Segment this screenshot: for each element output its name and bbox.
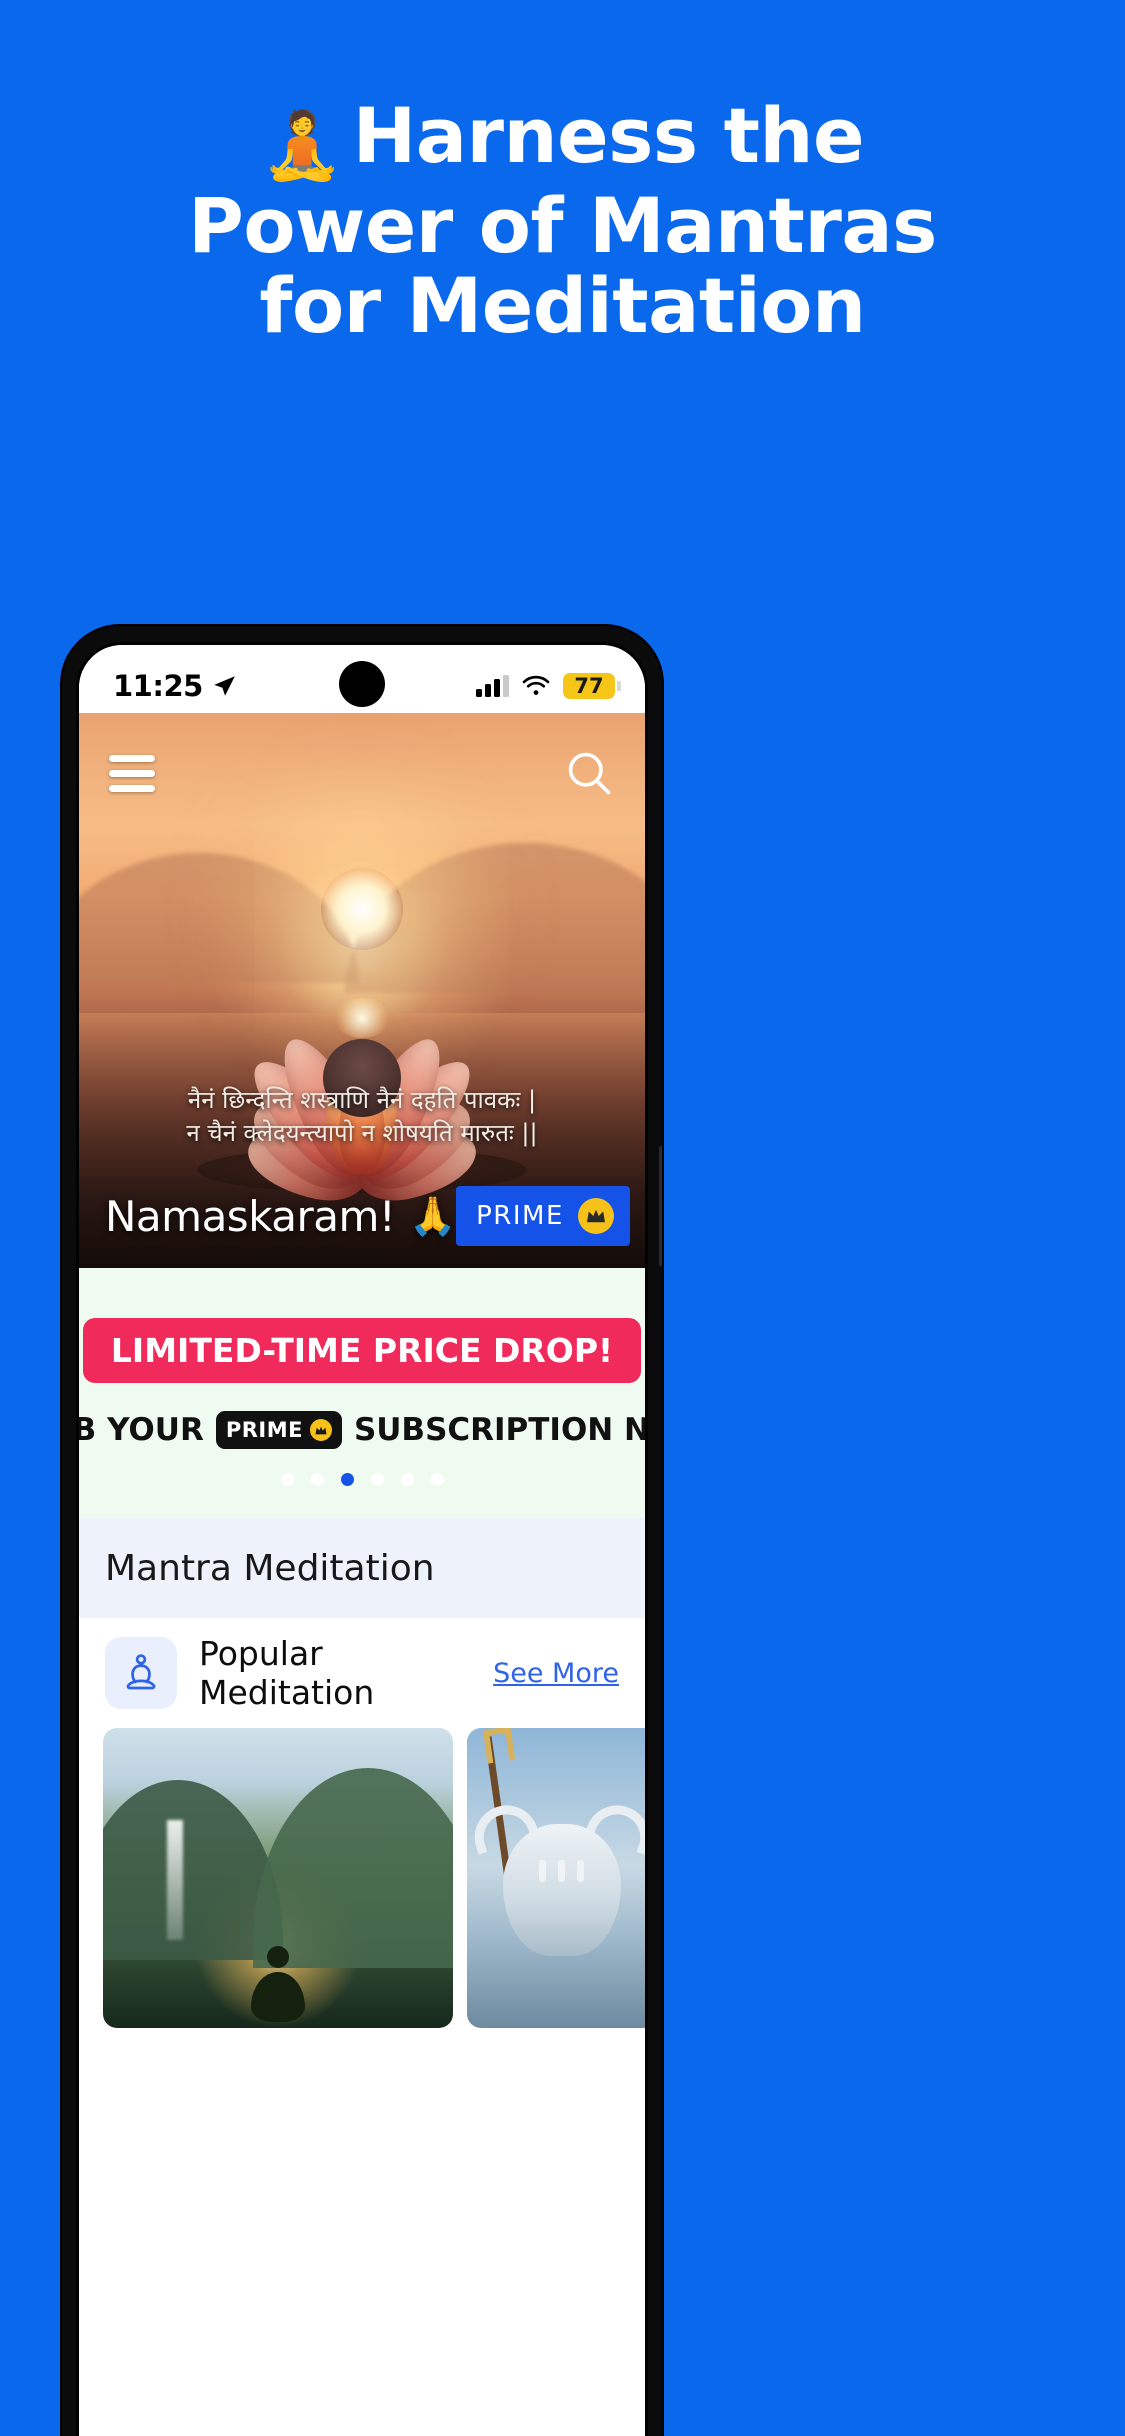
headline-line-2: Power of Mantras <box>188 181 937 270</box>
promo-carousel[interactable]: LIMITED-TIME PRICE DROP! GRAB YOUR PRIME… <box>79 1268 645 1518</box>
lotus-flower <box>152 951 572 1209</box>
search-icon[interactable] <box>563 747 615 799</box>
prime-button[interactable]: PRIME <box>456 1186 630 1246</box>
status-bar: 11:25 77 <box>79 645 645 713</box>
sun-glow <box>321 868 403 950</box>
greeting-row: Namaskaram! 🙏 PRIME <box>79 1186 645 1246</box>
mountain-sunrise-card[interactable] <box>103 1728 453 2028</box>
carousel-dot[interactable] <box>400 1473 414 1486</box>
carousel-dot[interactable] <box>310 1473 324 1486</box>
sanskrit-shloka: नैनं छिन्दन्ति शस्त्राणि नैनं दहति पावकः… <box>79 1084 645 1150</box>
greeting-text: Namaskaram! <box>105 1191 396 1241</box>
shloka-line-2: न चैनं क्लेदयन्त्यापो न शोषयति मारुतः || <box>186 1119 538 1147</box>
battery-level-text: 77 <box>574 674 604 698</box>
meditation-emoji-icon: 🧘 <box>260 107 343 184</box>
poster-headline: 🧘 Harness the Power of Mantras for Medita… <box>0 96 1125 346</box>
phone-side-button <box>659 1146 662 1266</box>
namaste-hands-emoji-icon: 🙏 <box>409 1193 457 1238</box>
tilak-marks <box>539 1860 585 1882</box>
section-title-mantra-meditation: Mantra Meditation <box>79 1518 645 1618</box>
hero-topbar <box>79 713 645 833</box>
headline-line-3: for Meditation <box>259 261 866 350</box>
meditating-silhouette <box>251 1946 305 2022</box>
see-more-link[interactable]: See More <box>493 1658 619 1689</box>
cellular-signal-icon <box>476 675 509 697</box>
meditation-person-icon <box>105 1637 177 1709</box>
carousel-dot[interactable] <box>280 1473 294 1486</box>
phone-bezel: 11:25 77 नैनं छिन्दन्ति शस्त्राणि नैनं द… <box>76 642 648 2436</box>
promo-subtitle-before: GRAB YOUR <box>79 1412 204 1448</box>
status-bar-right: 77 <box>476 673 621 699</box>
popular-meditation-row: Popular Meditation See More <box>79 1618 645 1728</box>
hero-banner: नैनं छिन्दन्ति शस्त्राणि नैनं दहति पावकः… <box>79 713 645 1268</box>
meditation-card-list[interactable] <box>79 1728 645 2028</box>
battery-indicator: 77 <box>563 673 621 699</box>
promo-subtitle-after: SUBSCRIPTION NOW! <box>353 1412 645 1448</box>
prime-button-label: PRIME <box>476 1201 564 1231</box>
camera-punch-hole <box>339 661 385 707</box>
carousel-dots[interactable] <box>79 1473 645 1486</box>
shloka-line-1: नैनं छिन्दन्ति शस्त्राणि नैनं दहति पावकः… <box>187 1086 537 1114</box>
phone-mockup: 11:25 77 नैनं छिन्दन्ति शस्त्राणि नैनं द… <box>62 626 662 2436</box>
promo-pill: LIMITED-TIME PRICE DROP! <box>82 1318 642 1383</box>
nandi-bull-card[interactable] <box>467 1728 645 2028</box>
wifi-icon <box>522 675 550 695</box>
card-artwork <box>103 1728 453 2028</box>
prime-chip-label: PRIME <box>225 1418 303 1442</box>
greeting: Namaskaram! 🙏 <box>105 1191 457 1241</box>
hamburger-menu-icon[interactable] <box>109 754 155 792</box>
crown-icon <box>309 1419 332 1441</box>
status-bar-clock: 11:25 <box>113 669 203 703</box>
status-bar-left: 11:25 <box>113 669 237 703</box>
promo-subtitle: GRAB YOUR PRIME SUBSCRIPTION NOW! <box>79 1411 645 1449</box>
carousel-dot[interactable] <box>430 1473 444 1486</box>
prime-chip: PRIME <box>215 1411 342 1449</box>
carousel-dot-active[interactable] <box>340 1473 354 1486</box>
phone-screen: 11:25 77 नैनं छिन्दन्ति शस्त्राणि नैनं द… <box>79 645 645 2436</box>
carousel-dot[interactable] <box>370 1473 384 1486</box>
location-arrow-icon <box>214 676 235 696</box>
popular-meditation-label: Popular Meditation <box>199 1634 375 1712</box>
card-artwork <box>467 1728 645 2028</box>
crown-icon <box>577 1198 614 1234</box>
headline-line-1: 🧘 Harness the <box>40 96 1085 186</box>
headline-text-1: Harness the <box>352 91 865 180</box>
trident-tip-icon <box>482 1728 516 1764</box>
